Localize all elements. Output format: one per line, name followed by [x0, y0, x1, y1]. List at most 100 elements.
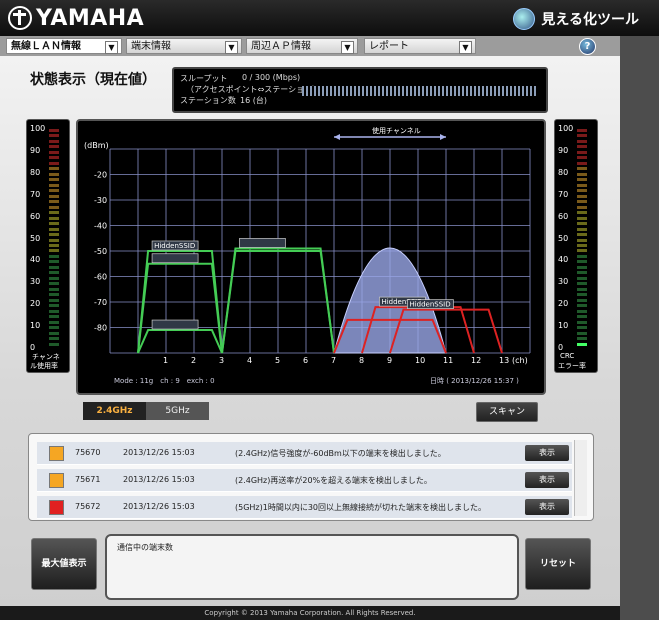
crc-error-segment	[577, 238, 587, 242]
channel-usage-segment	[49, 342, 59, 346]
crc-error-segment	[577, 227, 587, 231]
channel-usage-segment	[49, 276, 59, 280]
crc-error-segment	[577, 161, 587, 165]
tab-wireless-lan-info[interactable]: 無線ＬＡＮ情報 ▼	[6, 38, 122, 54]
used-channel-arrow-head	[440, 134, 446, 140]
crc-error-segment	[577, 331, 587, 335]
channel-usage-segment	[49, 194, 59, 198]
channel-usage-segment	[49, 320, 59, 324]
channel-usage-tick-label: 10	[30, 321, 41, 331]
reset-button[interactable]: リセット	[525, 538, 591, 590]
channel-usage-segment	[49, 265, 59, 269]
event-view-button[interactable]: 表示	[525, 445, 569, 461]
crc-error-segment	[577, 309, 587, 313]
throughput-status: スループット 0 / 300 (Mbps) （アクセスポイント⇔ステーション） …	[172, 67, 548, 113]
throughput-value: 0 / 300 (Mbps)	[242, 73, 301, 82]
event-message: (5GHz)1時間以内に30回以上無線接続が切れた端末を検出しました。	[235, 503, 487, 512]
channel-usage-segment	[49, 293, 59, 297]
x-tick-label: 12	[471, 356, 481, 365]
crc-error-segment	[577, 233, 587, 237]
page-title: 状態表示（現在値）	[30, 72, 156, 88]
channel-usage-tick-label: 50	[30, 233, 41, 243]
crc-error-segment	[577, 271, 587, 275]
magnifier-icon	[513, 8, 536, 30]
channel-usage-segment	[49, 298, 59, 302]
max-value-button[interactable]: 最大値表示	[31, 538, 97, 590]
crc-error-tick-label: 20	[558, 299, 569, 309]
tuning-fork-icon	[8, 6, 32, 30]
y-tick-label: -60	[94, 273, 107, 282]
tab-report[interactable]: レポート ▼	[364, 38, 476, 54]
crc-error-segment	[577, 156, 587, 160]
crc-error-segment	[577, 315, 587, 319]
y-tick-label: -40	[94, 222, 107, 231]
event-view-button[interactable]: 表示	[525, 472, 569, 488]
channel-usage-tick-label: 100	[30, 124, 46, 133]
channel-usage-segment	[49, 282, 59, 286]
help-icon[interactable]: ?	[579, 38, 596, 55]
channel-usage-segment	[49, 129, 59, 132]
channel-usage-segment	[49, 200, 59, 204]
crc-error-segment	[577, 282, 587, 286]
crc-error-segment	[577, 254, 587, 258]
y-axis-label: (dBm)	[84, 141, 109, 150]
ssid-label-box	[151, 253, 199, 264]
crc-error-segment	[577, 129, 587, 132]
scan-button[interactable]: スキャン	[476, 402, 538, 422]
crc-error-segment	[577, 200, 587, 204]
x-tick-label: 8	[359, 356, 364, 365]
channel-usage-segment	[49, 167, 59, 171]
channel-chart: -20-30-40-50-60-70-80(dBm)1 2 3 4 5 6 7 8 9 10 11 1…	[84, 126, 531, 385]
channel-usage-segment	[49, 183, 59, 187]
ssid-label: HiddenSSID	[154, 242, 195, 250]
tab-label: レポート	[369, 41, 409, 52]
x-tick-label: 1	[163, 356, 168, 365]
channel-usage-segment	[49, 145, 59, 149]
ssid-label: HiddenSSID	[409, 301, 450, 309]
channel-usage-segment	[49, 233, 59, 237]
y-tick-label: -80	[94, 324, 107, 333]
band-24ghz-button[interactable]: 2.4GHz	[83, 402, 146, 420]
crc-error-tick-label: 90	[558, 145, 569, 155]
x-tick-label: 3	[219, 356, 224, 365]
crc-error-segment	[577, 139, 587, 143]
x-tick-label: 2	[191, 356, 196, 365]
crc-error-segment	[577, 194, 587, 198]
channel-usage-segment	[49, 331, 59, 335]
event-log-scrollbar[interactable]	[574, 440, 587, 516]
crc-error-tick-label: 100	[558, 124, 574, 133]
logo-text: YAMAHA	[36, 5, 145, 31]
channel-usage-segment	[49, 271, 59, 275]
event-level-icon	[49, 500, 64, 515]
crc-error-segment	[577, 205, 587, 209]
crc-error-segment	[577, 178, 587, 182]
channel-usage-segment	[49, 304, 59, 308]
crc-error-segment	[577, 265, 587, 269]
event-view-button[interactable]: 表示	[525, 499, 569, 515]
channel-usage-segment	[49, 227, 59, 231]
tab-bar: 無線ＬＡＮ情報 ▼ 端末情報 ▼ 周辺ＡＰ情報 ▼ レポート ▼	[0, 36, 620, 56]
crc-error-segment	[577, 134, 587, 138]
channel-usage-tick-label: 60	[30, 211, 41, 221]
crc-error-segment	[577, 189, 587, 193]
dropdown-arrow-icon: ▼	[341, 41, 354, 54]
channel-usage-meter: 100 90 80 70 60 50 40 30 20 10 0 チャンネ ル使用率	[26, 119, 70, 373]
crc-error-segment	[577, 287, 587, 291]
y-tick-label: -70	[94, 298, 107, 307]
terminal-count-label: 通信中の端末数	[117, 543, 173, 552]
stations-value: 16 (台)	[240, 96, 267, 105]
channel-usage-segment	[49, 139, 59, 143]
channel-usage-segment	[49, 249, 59, 253]
x-tick-label: 4	[247, 356, 252, 365]
crc-error-tick-label: 60	[558, 211, 569, 221]
channel-usage-tick-label: 20	[30, 299, 41, 309]
band-5ghz-button[interactable]: 5GHz	[146, 402, 209, 420]
tab-terminal-info[interactable]: 端末情報 ▼	[126, 38, 242, 54]
crc-error-segment	[577, 172, 587, 176]
channel-usage-segment	[49, 243, 59, 247]
channel-usage-tick-label: 90	[30, 145, 41, 155]
event-row: 75672 2013/12/26 15:03 (5GHz)1時間以内に30回以上…	[37, 496, 572, 519]
x-tick-label: 10	[415, 356, 425, 365]
tab-nearby-ap-info[interactable]: 周辺ＡＰ情報 ▼	[246, 38, 358, 54]
x-tick-label: 6	[303, 356, 308, 365]
